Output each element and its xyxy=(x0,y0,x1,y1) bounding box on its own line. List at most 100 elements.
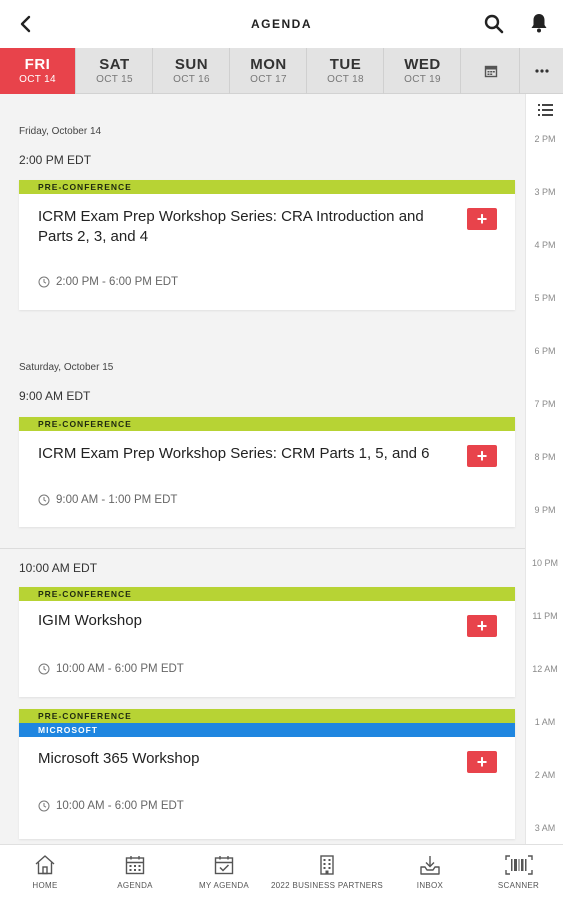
timeline-label[interactable]: 7 PM xyxy=(526,399,563,409)
timeline-label[interactable]: 5 PM xyxy=(526,293,563,303)
time-heading: 9:00 AM EDT xyxy=(19,389,91,403)
nav-agenda[interactable]: AGENDA xyxy=(90,845,180,900)
time-heading: 2:00 PM EDT xyxy=(19,153,92,167)
timeline-label[interactable]: 12 AM xyxy=(526,664,563,674)
calendar-check-icon xyxy=(214,856,234,875)
timeline-label[interactable]: 1 AM xyxy=(526,717,563,727)
session-time: 10:00 AM - 6:00 PM EDT xyxy=(38,800,184,812)
day-tab-date: OCT 18 xyxy=(327,74,364,85)
session-card[interactable]: PRE-CONFERENCE ICRM Exam Prep Workshop S… xyxy=(19,180,515,310)
more-icon xyxy=(534,69,549,73)
day-section: Saturday, October 15 9:00 AM EDT PRE-CON… xyxy=(0,330,525,548)
nav-inbox[interactable]: INBOX xyxy=(386,845,474,900)
day-tab-date: OCT 15 xyxy=(96,74,133,85)
session-time-text: 10:00 AM - 6:00 PM EDT xyxy=(56,800,184,812)
session-tag: PRE-CONFERENCE xyxy=(19,587,515,601)
calendar-icon xyxy=(125,856,145,875)
building-icon xyxy=(320,855,334,875)
timeline-label[interactable]: 4 PM xyxy=(526,240,563,250)
timeline-scrubber[interactable]: 2 PM 3 PM 4 PM 5 PM 6 PM 7 PM 8 PM 9 PM … xyxy=(525,94,563,844)
session-time-text: 10:00 AM - 6:00 PM EDT xyxy=(56,663,184,675)
timeline-label[interactable]: 8 PM xyxy=(526,452,563,462)
bell-icon[interactable] xyxy=(527,11,551,35)
day-tab-date: OCT 17 xyxy=(250,74,287,85)
day-tab-sun[interactable]: SUN OCT 16 xyxy=(154,48,230,94)
day-tab-date: OCT 19 xyxy=(404,74,441,85)
session-title[interactable]: ICRM Exam Prep Workshop Series: CRM Part… xyxy=(38,444,458,464)
add-to-agenda-button[interactable]: + xyxy=(467,615,497,637)
time-heading: 10:00 AM EDT xyxy=(19,561,98,575)
nav-label: MY AGENDA xyxy=(198,881,250,890)
day-tab-name: WED xyxy=(404,56,441,73)
day-tab-sat[interactable]: SAT OCT 15 xyxy=(77,48,153,94)
session-card[interactable]: PRE-CONFERENCE MICROSOFT Microsoft 365 W… xyxy=(19,709,515,839)
plus-icon: + xyxy=(476,616,488,636)
nav-my-agenda[interactable]: MY AGENDA xyxy=(180,845,268,900)
timeline-label[interactable]: 2 PM xyxy=(526,134,563,144)
session-card[interactable]: PRE-CONFERENCE ICRM Exam Prep Workshop S… xyxy=(19,417,515,527)
day-tab-name: FRI xyxy=(24,56,51,73)
session-title[interactable]: IGIM Workshop xyxy=(38,611,458,631)
top-bar: AGENDA xyxy=(0,0,563,48)
barcode-scanner-icon xyxy=(504,855,533,875)
day-tab-wed[interactable]: WED OCT 19 xyxy=(385,48,461,94)
session-time: 10:00 AM - 6:00 PM EDT xyxy=(38,663,184,675)
session-tag: PRE-CONFERENCE xyxy=(19,709,515,723)
plus-icon: + xyxy=(476,446,488,466)
session-tag: PRE-CONFERENCE xyxy=(19,180,515,194)
nav-business-partners[interactable]: 2022 BUSINESS PARTNERS xyxy=(268,845,386,900)
day-tab-tue[interactable]: TUE OCT 18 xyxy=(308,48,384,94)
day-tab-fri[interactable]: FRI OCT 14 xyxy=(0,48,76,94)
timeline-label[interactable]: 2 AM xyxy=(526,770,563,780)
nav-label: HOME xyxy=(32,881,58,890)
day-tab-name: MON xyxy=(250,56,287,73)
nav-home[interactable]: HOME xyxy=(0,845,90,900)
timeline-label[interactable]: 3 PM xyxy=(526,187,563,197)
calendar-icon xyxy=(484,65,497,78)
nav-scanner[interactable]: SCANNER xyxy=(474,845,563,900)
timeline-label[interactable]: 3 AM xyxy=(526,823,563,833)
day-tab-name: TUE xyxy=(329,56,362,73)
nav-label: AGENDA xyxy=(117,881,153,890)
session-tag: PRE-CONFERENCE xyxy=(19,417,515,431)
clock-icon xyxy=(38,494,50,506)
add-to-agenda-button[interactable]: + xyxy=(467,445,497,467)
session-title[interactable]: Microsoft 365 Workshop xyxy=(38,749,458,769)
home-icon xyxy=(35,855,55,875)
search-icon[interactable] xyxy=(482,12,506,36)
nav-label: INBOX xyxy=(416,881,444,890)
timeline-label[interactable]: 10 PM xyxy=(526,558,563,568)
clock-icon xyxy=(38,800,50,812)
more-options-button[interactable] xyxy=(520,48,563,94)
day-tab-name: SUN xyxy=(174,56,209,73)
calendar-picker-button[interactable] xyxy=(462,48,520,94)
session-time-text: 2:00 PM - 6:00 PM EDT xyxy=(56,276,179,288)
clock-icon xyxy=(38,276,50,288)
session-title[interactable]: ICRM Exam Prep Workshop Series: CRA Intr… xyxy=(38,207,458,247)
day-heading: Friday, October 14 xyxy=(19,126,102,137)
timeline-label[interactable]: 9 PM xyxy=(526,505,563,515)
inbox-icon xyxy=(420,856,440,875)
day-tab-date: OCT 16 xyxy=(173,74,210,85)
bottom-navigation: HOME AGENDA MY AGENDA 2022 BUSINESS PART… xyxy=(0,844,563,900)
add-to-agenda-button[interactable]: + xyxy=(467,751,497,773)
time-section: 10:00 AM EDT PRE-CONFERENCE IGIM Worksho… xyxy=(0,549,525,844)
session-time: 9:00 AM - 1:00 PM EDT xyxy=(38,494,177,506)
timeline-label[interactable]: 11 PM xyxy=(526,611,563,621)
nav-label: 2022 BUSINESS PARTNERS xyxy=(270,881,384,890)
session-time-text: 9:00 AM - 1:00 PM EDT xyxy=(56,494,178,506)
add-to-agenda-button[interactable]: + xyxy=(467,208,497,230)
day-tab-date: OCT 14 xyxy=(19,74,56,85)
agenda-list[interactable]: Friday, October 14 2:00 PM EDT PRE-CONFE… xyxy=(0,94,525,844)
day-tab-mon[interactable]: MON OCT 17 xyxy=(231,48,307,94)
list-view-icon[interactable] xyxy=(533,100,557,120)
session-time: 2:00 PM - 6:00 PM EDT xyxy=(38,276,178,288)
clock-icon xyxy=(38,663,50,675)
day-section: Friday, October 14 2:00 PM EDT PRE-CONFE… xyxy=(0,94,525,330)
session-card[interactable]: PRE-CONFERENCE IGIM Workshop + 10:00 AM … xyxy=(19,587,515,697)
timeline-label[interactable]: 6 PM xyxy=(526,346,563,356)
nav-label: SCANNER xyxy=(497,881,540,890)
day-tabs: FRI OCT 14 SAT OCT 15 SUN OCT 16 MON OCT… xyxy=(0,48,563,94)
plus-icon: + xyxy=(476,209,488,229)
session-tag: MICROSOFT xyxy=(19,723,515,737)
